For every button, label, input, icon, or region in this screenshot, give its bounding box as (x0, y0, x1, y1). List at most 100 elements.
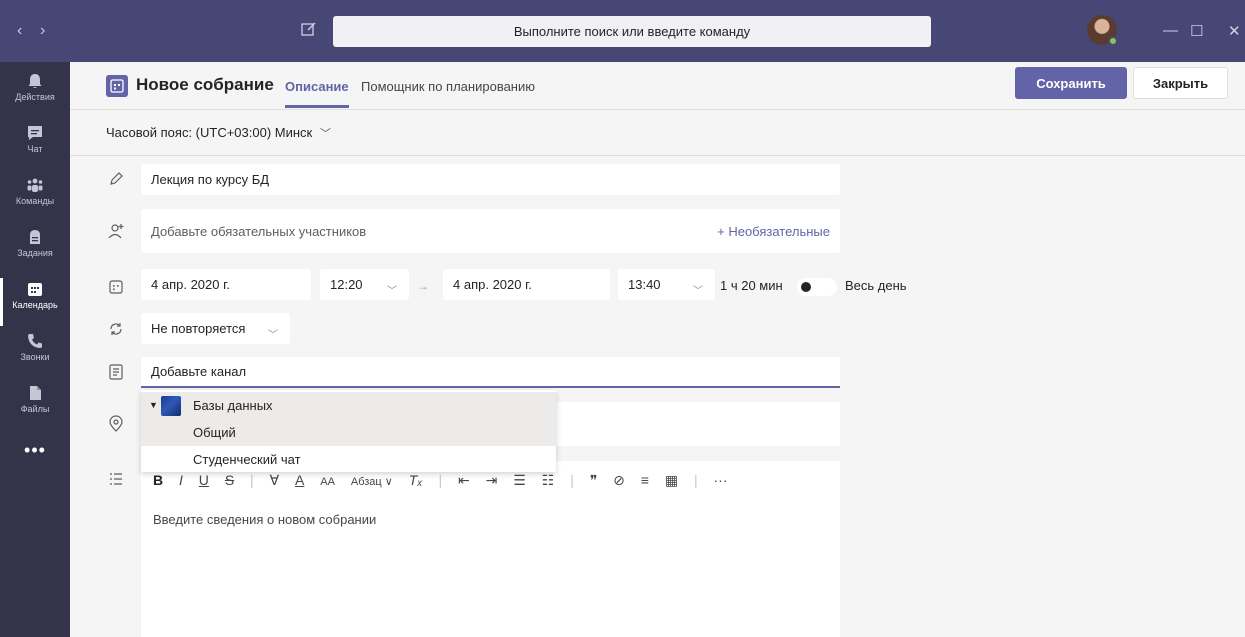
toolbar-divider: | (693, 472, 698, 488)
channel-dropdown: ▼ Базы данных Общий Студенческий чат (141, 390, 556, 472)
toolbar-divider: | (438, 472, 443, 488)
rail-label: Команды (15, 196, 55, 206)
start-time-value: 12:20 (330, 277, 363, 292)
rail-label: Звонки (20, 352, 50, 362)
rail-item-calls[interactable]: Звонки (0, 328, 70, 380)
timezone-label: Часовой пояс: (UTC+03:00) Минск (106, 125, 313, 140)
rail-item-teams[interactable]: Команды (0, 172, 70, 224)
editor-placeholder: Введите сведения о новом собрании (153, 512, 377, 527)
font-size-button[interactable]: AA (320, 476, 335, 488)
bold-button[interactable]: B (153, 472, 163, 488)
toggle-knob (801, 282, 811, 292)
italic-button[interactable]: I (179, 472, 183, 488)
more-apps-icon[interactable]: ••• (0, 440, 70, 461)
chevron-down-icon: ﹀ (693, 286, 703, 297)
dropdown-channel-item[interactable]: Общий (141, 419, 556, 446)
caret-down-icon: ▼ (149, 400, 158, 410)
phone-icon (28, 334, 42, 348)
timezone-selector[interactable]: Часовой пояс: (UTC+03:00) Минск ﹀ (106, 125, 331, 141)
underline-button[interactable]: U (199, 472, 209, 488)
rail-item-activity[interactable]: Действия (0, 68, 70, 120)
chevron-down-icon: ﹀ (319, 128, 331, 140)
rail-label: Чат (27, 144, 43, 154)
rail-item-files[interactable]: Файлы (0, 380, 70, 432)
numbered-list-button[interactable]: ☷ (542, 472, 555, 489)
start-time-field[interactable]: 12:20 ﹀ (320, 269, 409, 300)
divider (70, 155, 1245, 156)
details-list-icon (110, 473, 122, 485)
channel-name: Общий (193, 425, 236, 440)
team-name: Базы данных (193, 398, 273, 413)
font-color-button[interactable]: A (295, 472, 304, 488)
indent-button[interactable]: ⇥ (486, 472, 498, 489)
location-pin-icon (109, 415, 123, 432)
channel-input[interactable]: Добавьте канал (141, 357, 840, 388)
tab-scheduling-assistant[interactable]: Помощник по планированию (361, 79, 535, 94)
maximize-icon[interactable]: ☐ (1190, 22, 1203, 40)
table-button[interactable]: ▦ (665, 472, 678, 489)
end-date-field[interactable]: 4 апр. 2020 г. (443, 269, 610, 300)
bulleted-list-button[interactable]: ☰ (513, 472, 526, 489)
outdent-button[interactable]: ⇤ (458, 472, 470, 489)
files-icon (30, 386, 41, 400)
horizontal-rule-button[interactable]: ≡ (641, 472, 649, 488)
repeat-icon (110, 323, 122, 335)
meeting-calendar-icon (106, 75, 128, 97)
repeat-value: Не повторяется (151, 321, 246, 336)
optional-attendees-link[interactable]: + Необязательные (717, 224, 830, 239)
search-input[interactable]: Выполните поиск или введите команду (333, 16, 931, 47)
end-time-field[interactable]: 13:40 ﹀ (618, 269, 715, 300)
meeting-header: Новое собрание Описание Помощник по план… (70, 62, 1245, 110)
page-title: Новое собрание (136, 75, 274, 94)
assignments-icon (30, 230, 40, 244)
rail-item-calendar[interactable]: Календарь (0, 276, 70, 328)
chevron-down-icon: ﹀ (268, 330, 278, 341)
minimize-icon[interactable]: — (1163, 22, 1178, 39)
link-button[interactable]: ⊘ (613, 472, 625, 489)
quote-button[interactable]: ❞ (590, 472, 598, 489)
repeat-select[interactable]: Не повторяется ﹀ (141, 313, 290, 344)
channel-name: Студенческий чат (193, 452, 301, 467)
compose-icon[interactable] (300, 20, 318, 38)
clear-formatting-button[interactable]: Tₓ (409, 472, 423, 488)
rail-item-assignments[interactable]: Задания (0, 224, 70, 276)
close-button[interactable]: Закрыть (1133, 67, 1228, 99)
bell-icon (28, 74, 42, 88)
highlight-button[interactable]: ∀ (270, 472, 280, 489)
close-window-icon[interactable]: ✕ (1228, 22, 1241, 40)
presence-status-icon (1108, 36, 1118, 46)
strikethrough-button[interactable]: S (225, 472, 234, 488)
calendar-small-icon (109, 280, 123, 294)
rail-label: Файлы (20, 404, 50, 414)
rail-label: Задания (17, 248, 53, 258)
format-toolbar: B I U S | ∀ A AA Абзац ∨ Tₓ | ⇤ ⇥ ☰ ☷ | … (153, 472, 740, 489)
start-date-field[interactable]: 4 апр. 2020 г. (141, 269, 311, 300)
arrow-right-icon: → (417, 279, 429, 293)
paragraph-dropdown[interactable]: Абзац ∨ (351, 475, 393, 488)
rail-item-chat[interactable]: Чат (0, 120, 70, 172)
rail-label: Действия (15, 92, 55, 102)
attendees-input[interactable]: Добавьте обязательных участников + Необя… (141, 209, 840, 253)
attendees-placeholder: Добавьте обязательных участников (151, 223, 367, 239)
tab-description[interactable]: Описание (285, 79, 349, 108)
dropdown-team-item[interactable]: ▼ Базы данных (141, 392, 556, 419)
duration-label: 1 ч 20 мин (720, 278, 783, 293)
dropdown-channel-item[interactable]: Студенческий чат (141, 446, 556, 473)
add-person-icon (108, 224, 124, 239)
back-arrow-icon[interactable]: ‹ (17, 22, 22, 40)
pencil-icon (110, 172, 123, 185)
save-button[interactable]: Сохранить (1015, 67, 1127, 99)
meeting-title-input[interactable]: Лекция по курсу БД (141, 164, 840, 195)
chevron-down-icon: ﹀ (387, 286, 397, 297)
teams-icon (27, 178, 43, 192)
forward-arrow-icon[interactable]: › (40, 22, 45, 40)
more-options-button[interactable]: ··· (714, 472, 728, 488)
team-avatar (161, 396, 181, 416)
location-input[interactable] (555, 402, 840, 446)
toolbar-divider: | (570, 472, 574, 488)
channel-icon (109, 364, 123, 380)
app-rail: Действия Чат Команды Задания Календарь З… (0, 62, 70, 637)
toolbar-divider: | (250, 472, 254, 488)
chat-icon (28, 126, 42, 140)
end-time-value: 13:40 (628, 277, 661, 292)
